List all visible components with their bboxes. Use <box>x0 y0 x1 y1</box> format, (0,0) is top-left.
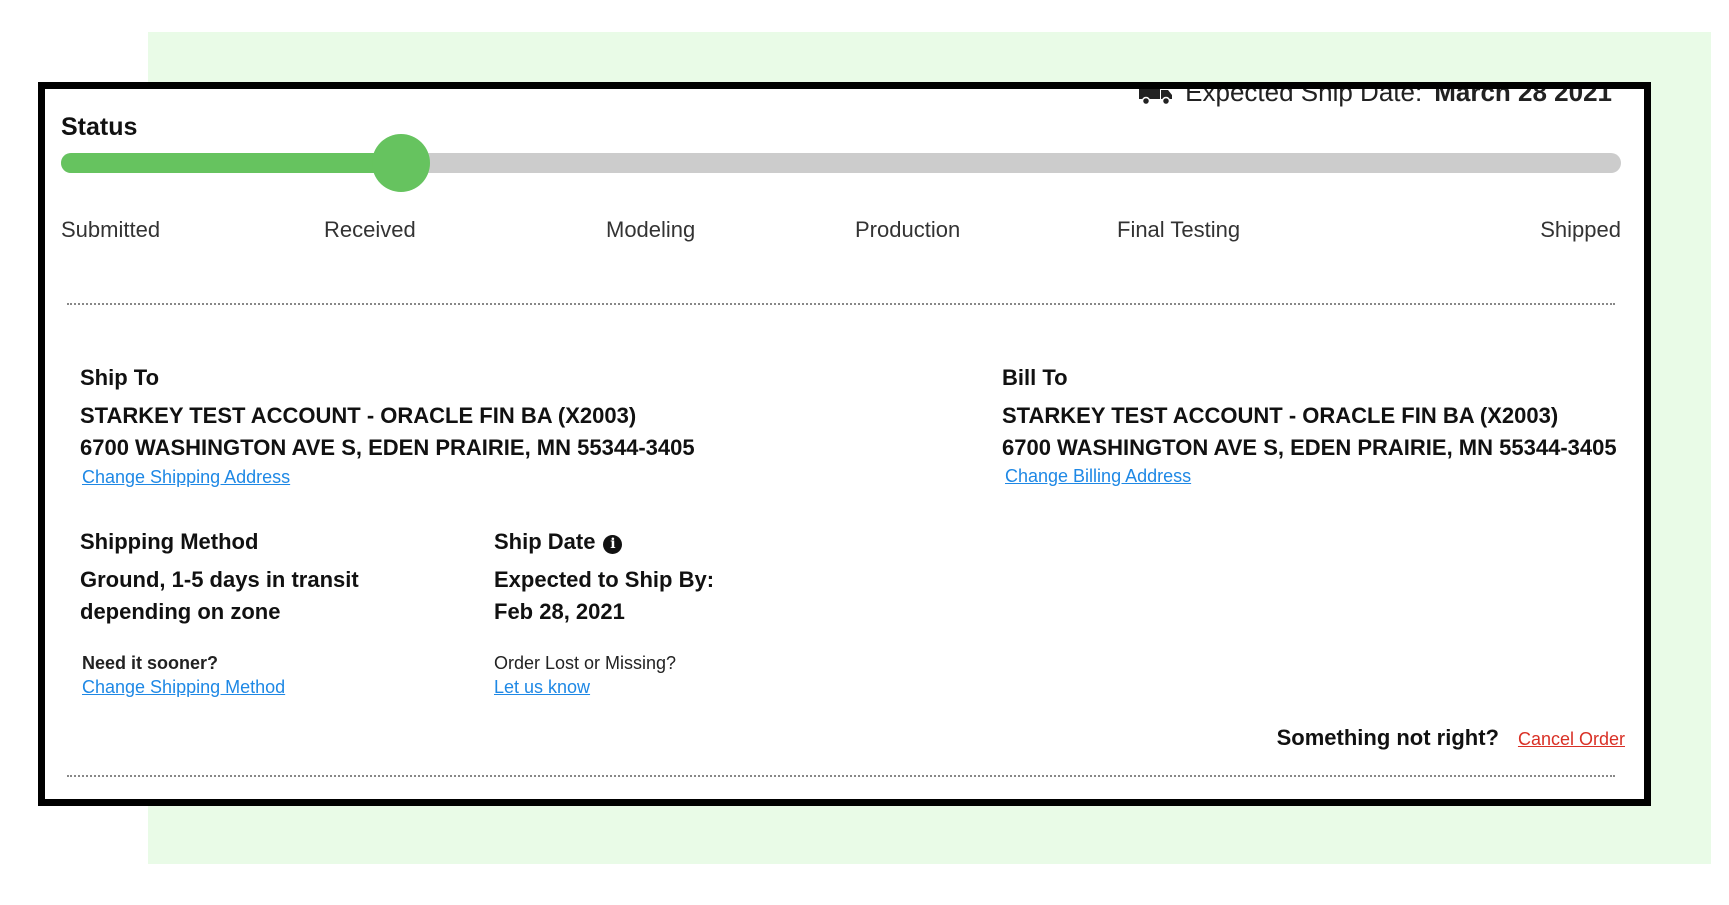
step-received: Received <box>324 217 416 242</box>
ship-to-address: 6700 WASHINGTON AVE S, EDEN PRAIRIE, MN … <box>80 435 695 460</box>
ship-to-name: STARKEY TEST ACCOUNT - ORACLE FIN BA (X2… <box>80 403 637 428</box>
change-billing-address-link[interactable]: Change Billing Address <box>1005 466 1191 487</box>
status-progress-track <box>61 134 1621 192</box>
ship-date-label: Ship Date i <box>494 529 623 555</box>
change-shipping-method-link[interactable]: Change Shipping Method <box>82 677 285 698</box>
something-not-right-text: Something not right? <box>1276 725 1499 750</box>
need-it-sooner-text: Need it sooner? <box>82 653 219 673</box>
change-shipping-address-link[interactable]: Change Shipping Address <box>82 467 290 488</box>
section-divider-top <box>67 303 1615 305</box>
expected-ship-date-value: March 28 2021 <box>1434 82 1612 107</box>
step-modeling: Modeling <box>606 217 696 242</box>
let-us-know-link[interactable]: Let us know <box>494 677 590 698</box>
ship-date-label-text: Ship Date <box>494 529 596 554</box>
status-steps: Submitted Received Modeling Production F… <box>61 217 1621 247</box>
truck-icon <box>1139 89 1173 105</box>
shipping-method-line1: Ground, 1-5 days in transit <box>80 567 359 592</box>
expected-ship-date-banner: Expected Ship Date: March 28 2021 <box>1139 82 1612 108</box>
step-submitted: Submitted <box>61 217 161 242</box>
bill-to-name: STARKEY TEST ACCOUNT - ORACLE FIN BA (X2… <box>1002 403 1559 428</box>
ship-date-line2: Feb 28, 2021 <box>494 599 625 624</box>
status-progress-marker <box>372 134 431 192</box>
expected-ship-date-label: Expected Ship Date: <box>1185 82 1423 107</box>
shipping-method-line2: depending on zone <box>80 599 281 624</box>
ship-to-label: Ship To <box>80 365 160 390</box>
step-production: Production <box>855 217 961 242</box>
info-icon[interactable]: i <box>603 535 623 554</box>
order-lost-text: Order Lost or Missing? <box>494 653 677 673</box>
shipping-method-label: Shipping Method <box>80 529 259 554</box>
status-progress-fill <box>61 153 402 173</box>
section-divider-bottom <box>67 775 1615 777</box>
bill-to-label: Bill To <box>1002 365 1068 390</box>
step-shipped: Shipped <box>1540 217 1621 242</box>
bill-to-address: 6700 WASHINGTON AVE S, EDEN PRAIRIE, MN … <box>1002 435 1617 460</box>
status-title: Status <box>61 113 138 141</box>
cancel-order-link[interactable]: Cancel Order <box>1518 729 1625 750</box>
order-status-panel: Expected Ship Date: March 28 2021 Status… <box>38 82 1651 806</box>
ship-date-line1: Expected to Ship By: <box>494 567 715 592</box>
step-final-testing: Final Testing <box>1117 217 1241 242</box>
